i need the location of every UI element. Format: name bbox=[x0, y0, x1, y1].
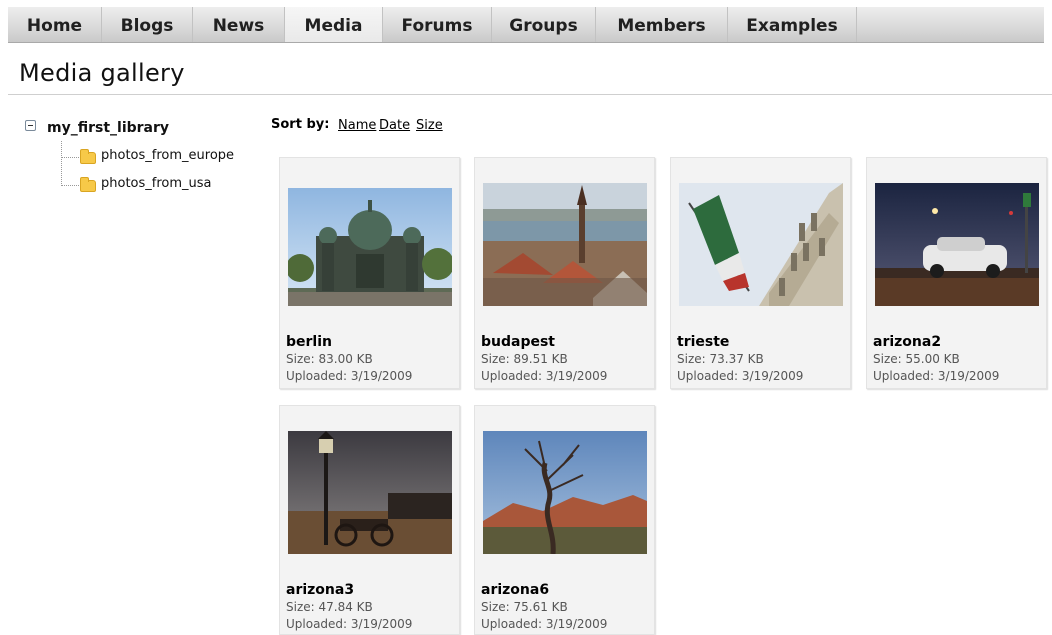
photo-thumbnail[interactable] bbox=[875, 183, 1039, 306]
photo-thumbnail[interactable] bbox=[483, 431, 647, 554]
photo-size: Size: 75.61 KB bbox=[481, 600, 568, 614]
photo-upload-date: Uploaded: 3/19/2009 bbox=[677, 369, 804, 383]
photo-size: Size: 55.00 KB bbox=[873, 352, 960, 366]
tree-connector bbox=[62, 185, 79, 186]
photo-size: Size: 83.00 KB bbox=[286, 352, 373, 366]
tree-root-library[interactable]: my_first_library bbox=[47, 120, 169, 136]
nav-members[interactable]: Members bbox=[596, 7, 728, 42]
photo-upload-date: Uploaded: 3/19/2009 bbox=[286, 369, 413, 383]
nav-forums[interactable]: Forums bbox=[383, 7, 492, 42]
photo-size: Size: 89.51 KB bbox=[481, 352, 568, 366]
photo-name[interactable]: arizona2 bbox=[873, 334, 941, 350]
sort-label: Sort by: bbox=[271, 117, 330, 132]
tree-item-photos-from-europe[interactable]: photos_from_europe bbox=[101, 148, 234, 163]
page-title: Media gallery bbox=[19, 59, 185, 87]
photo-name[interactable]: arizona3 bbox=[286, 582, 354, 598]
tree-item-photos-from-usa[interactable]: photos_from_usa bbox=[101, 176, 212, 191]
photo-size: Size: 47.84 KB bbox=[286, 600, 373, 614]
photo-upload-date: Uploaded: 3/19/2009 bbox=[873, 369, 1000, 383]
sort-by-name-link[interactable]: Name bbox=[338, 118, 376, 133]
photo-name[interactable]: trieste bbox=[677, 334, 729, 350]
photo-name[interactable]: budapest bbox=[481, 334, 555, 350]
sort-by-date-link[interactable]: Date bbox=[379, 118, 410, 133]
photo-size: Size: 73.37 KB bbox=[677, 352, 764, 366]
nav-home[interactable]: Home bbox=[8, 7, 102, 42]
title-divider bbox=[8, 94, 1052, 95]
nav-news[interactable]: News bbox=[193, 7, 285, 42]
nav-blogs[interactable]: Blogs bbox=[102, 7, 193, 42]
gallery-item[interactable]: budapest Size: 89.51 KB Uploaded: 3/19/2… bbox=[474, 157, 655, 389]
sort-by-size-link[interactable]: Size bbox=[416, 118, 443, 133]
tree-connector bbox=[61, 141, 62, 186]
photo-name[interactable]: berlin bbox=[286, 334, 332, 350]
photo-thumbnail[interactable] bbox=[288, 431, 452, 554]
tree-connector bbox=[62, 157, 79, 158]
photo-upload-date: Uploaded: 3/19/2009 bbox=[286, 617, 413, 631]
photo-thumbnail[interactable] bbox=[288, 188, 452, 306]
collapse-icon[interactable] bbox=[25, 120, 36, 131]
top-nav-bar: Home Blogs News Media Forums Groups Memb… bbox=[8, 7, 1044, 43]
photo-thumbnail[interactable] bbox=[679, 183, 843, 306]
gallery-item[interactable]: arizona6 Size: 75.61 KB Uploaded: 3/19/2… bbox=[474, 405, 655, 635]
photo-upload-date: Uploaded: 3/19/2009 bbox=[481, 617, 608, 631]
nav-examples[interactable]: Examples bbox=[728, 7, 857, 42]
nav-media[interactable]: Media bbox=[285, 7, 383, 42]
gallery-item[interactable]: trieste Size: 73.37 KB Uploaded: 3/19/20… bbox=[670, 157, 851, 389]
folder-icon bbox=[80, 149, 96, 164]
photo-name[interactable]: arizona6 bbox=[481, 582, 549, 598]
folder-icon bbox=[80, 177, 96, 192]
nav-groups[interactable]: Groups bbox=[492, 7, 596, 42]
photo-upload-date: Uploaded: 3/19/2009 bbox=[481, 369, 608, 383]
gallery-item[interactable]: arizona2 Size: 55.00 KB Uploaded: 3/19/2… bbox=[866, 157, 1047, 389]
photo-thumbnail[interactable] bbox=[483, 183, 647, 306]
gallery-item[interactable]: arizona3 Size: 47.84 KB Uploaded: 3/19/2… bbox=[279, 405, 460, 635]
gallery-item[interactable]: berlin Size: 83.00 KB Uploaded: 3/19/200… bbox=[279, 157, 460, 389]
